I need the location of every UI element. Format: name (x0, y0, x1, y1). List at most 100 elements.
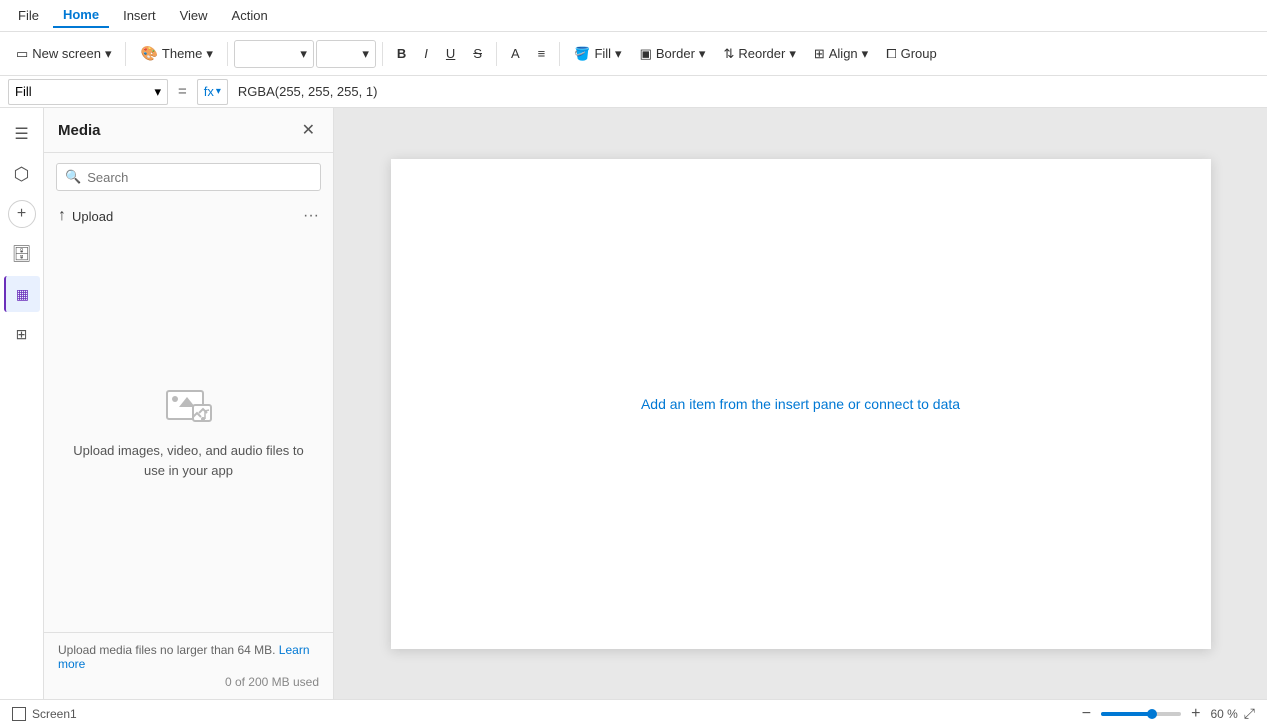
separator-5 (559, 42, 560, 66)
media-footer-message: Upload media files no larger than 64 MB.… (58, 643, 319, 671)
main-layout: ☰ ⬡ + 🗄 ▦ ⊞ Media ✕ 🔍 ↑ Upload ··· (0, 108, 1267, 699)
search-input[interactable] (87, 170, 312, 185)
hamburger-icon[interactable]: ☰ (4, 116, 40, 152)
formula-selector[interactable]: Fill ▾ (8, 79, 168, 105)
new-screen-icon: ▭ (16, 46, 28, 62)
media-placeholder-icon (165, 383, 213, 425)
status-left: Screen1 (12, 707, 77, 721)
zoom-plus-button[interactable]: + (1187, 705, 1204, 723)
menu-home[interactable]: Home (53, 3, 109, 28)
close-icon[interactable]: ✕ (298, 118, 319, 142)
fill-icon: 🪣 (574, 46, 590, 62)
theme-icon: 🎨 (140, 45, 157, 62)
strikethrough-button[interactable]: S (465, 42, 490, 65)
font-family-dropdown[interactable]: ▾ (234, 40, 314, 68)
media-footer-text: Upload media files no larger than 64 MB. (58, 643, 275, 657)
reorder-button[interactable]: ⇅ Reorder ▾ (715, 42, 803, 66)
formula-equals: = (174, 83, 191, 100)
italic-button[interactable]: I (416, 42, 436, 65)
upload-arrow-icon: ↑ (58, 207, 66, 225)
border-icon: ▣ (640, 46, 652, 62)
align-button[interactable]: ⊞ Align ▾ (806, 42, 876, 66)
media-placeholder-text: Upload images, video, and audio files to… (64, 441, 313, 480)
media-content: Upload images, video, and audio files to… (44, 231, 333, 632)
group-button[interactable]: ⧠ Group (878, 42, 945, 66)
chevron-down-icon-5: ▾ (615, 46, 622, 62)
zoom-minus-button[interactable]: − (1078, 705, 1095, 723)
zoom-slider-track (1101, 712, 1149, 716)
screen-label: Screen1 (32, 707, 77, 721)
canvas-screen[interactable]: Add an item from the insert pane or conn… (391, 159, 1211, 649)
search-box[interactable]: 🔍 (56, 163, 321, 191)
fill-button[interactable]: 🪣 Fill ▾ (566, 42, 629, 66)
bold-button[interactable]: B (389, 42, 414, 65)
reorder-icon: ⇅ (723, 46, 734, 62)
text-color-button[interactable]: A (503, 42, 528, 65)
align-text-button[interactable]: ≡ (530, 42, 554, 65)
upload-left: ↑ Upload (58, 207, 113, 225)
database-icon[interactable]: 🗄 (4, 236, 40, 272)
more-options-icon[interactable]: ··· (303, 207, 319, 225)
expand-icon[interactable]: ⤢ (1244, 705, 1255, 722)
new-screen-label: New screen (32, 46, 101, 61)
canvas-hint: Add an item from the insert pane or conn… (641, 396, 960, 412)
align-icon: ⊞ (814, 46, 825, 62)
chevron-down-icon-7: ▾ (789, 46, 796, 62)
font-size-dropdown[interactable]: ▾ (316, 40, 376, 68)
new-screen-button[interactable]: ▭ New screen ▾ (8, 42, 119, 66)
search-icon: 🔍 (65, 169, 81, 185)
zoom-slider[interactable] (1101, 712, 1181, 716)
chevron-down-icon-fx: ▾ (216, 86, 221, 97)
underline-button[interactable]: U (438, 42, 463, 65)
media-footer: Upload media files no larger than 64 MB.… (44, 632, 333, 699)
menu-file[interactable]: File (8, 4, 49, 27)
connect-to-data-link[interactable]: connect to data (864, 396, 960, 412)
chevron-down-icon-8: ▾ (862, 46, 869, 62)
media-panel-header: Media ✕ (44, 108, 333, 153)
menu-view[interactable]: View (170, 4, 218, 27)
chevron-down-icon-4: ▾ (362, 46, 369, 62)
formula-selector-label: Fill (15, 84, 32, 99)
theme-button[interactable]: 🎨 Theme ▾ (132, 41, 220, 66)
menu-bar: File Home Insert View Action (0, 0, 1267, 32)
storage-used: 0 of 200 MB used (58, 675, 319, 689)
menu-action[interactable]: Action (222, 4, 278, 27)
separator-3 (382, 42, 383, 66)
media-panel: Media ✕ 🔍 ↑ Upload ··· (44, 108, 334, 699)
component-icon[interactable]: ⊞ (4, 316, 40, 352)
menu-insert[interactable]: Insert (113, 4, 166, 27)
theme-label: Theme (162, 46, 202, 61)
fx-label: fx (204, 84, 214, 99)
layers-icon[interactable]: ⬡ (4, 156, 40, 192)
chevron-down-icon-2: ▾ (206, 46, 213, 62)
group-icon: ⧠ (886, 46, 896, 62)
media-panel-title: Media (58, 122, 101, 139)
zoom-slider-thumb (1147, 709, 1157, 719)
add-button[interactable]: + (8, 200, 36, 228)
toolbar: ▭ New screen ▾ 🎨 Theme ▾ ▾ ▾ B I U S A ≡… (0, 32, 1267, 76)
status-bar: Screen1 − + 60 % ⤢ (0, 699, 1267, 727)
separator-4 (496, 42, 497, 66)
separator-1 (125, 42, 126, 66)
fill-label: Fill (594, 46, 611, 61)
status-right: − + 60 % ⤢ (1078, 705, 1255, 723)
zoom-level: 60 % (1210, 707, 1237, 721)
canvas-area: Add an item from the insert pane or conn… (334, 108, 1267, 699)
border-button[interactable]: ▣ Border ▾ (632, 42, 714, 66)
separator-2 (227, 42, 228, 66)
chevron-down-icon-3: ▾ (300, 46, 307, 62)
reorder-label: Reorder (738, 46, 785, 61)
sidebar-icons: ☰ ⬡ + 🗄 ▦ ⊞ (0, 108, 44, 699)
canvas-hint-text: Add an item from the insert pane or (641, 396, 860, 412)
formula-bar: Fill ▾ = fx ▾ RGBA(255, 255, 255, 1) (0, 76, 1267, 108)
chevron-down-icon: ▾ (105, 46, 112, 62)
align-label: Align (829, 46, 858, 61)
media-icon[interactable]: ▦ (4, 276, 40, 312)
border-label: Border (656, 46, 695, 61)
group-label: Group (901, 46, 937, 61)
screen-thumbnail-icon (12, 707, 26, 721)
formula-fx-button[interactable]: fx ▾ (197, 79, 228, 105)
upload-row[interactable]: ↑ Upload ··· (44, 201, 333, 231)
chevron-down-icon-6: ▾ (699, 46, 706, 62)
formula-value: RGBA(255, 255, 255, 1) (234, 84, 377, 99)
